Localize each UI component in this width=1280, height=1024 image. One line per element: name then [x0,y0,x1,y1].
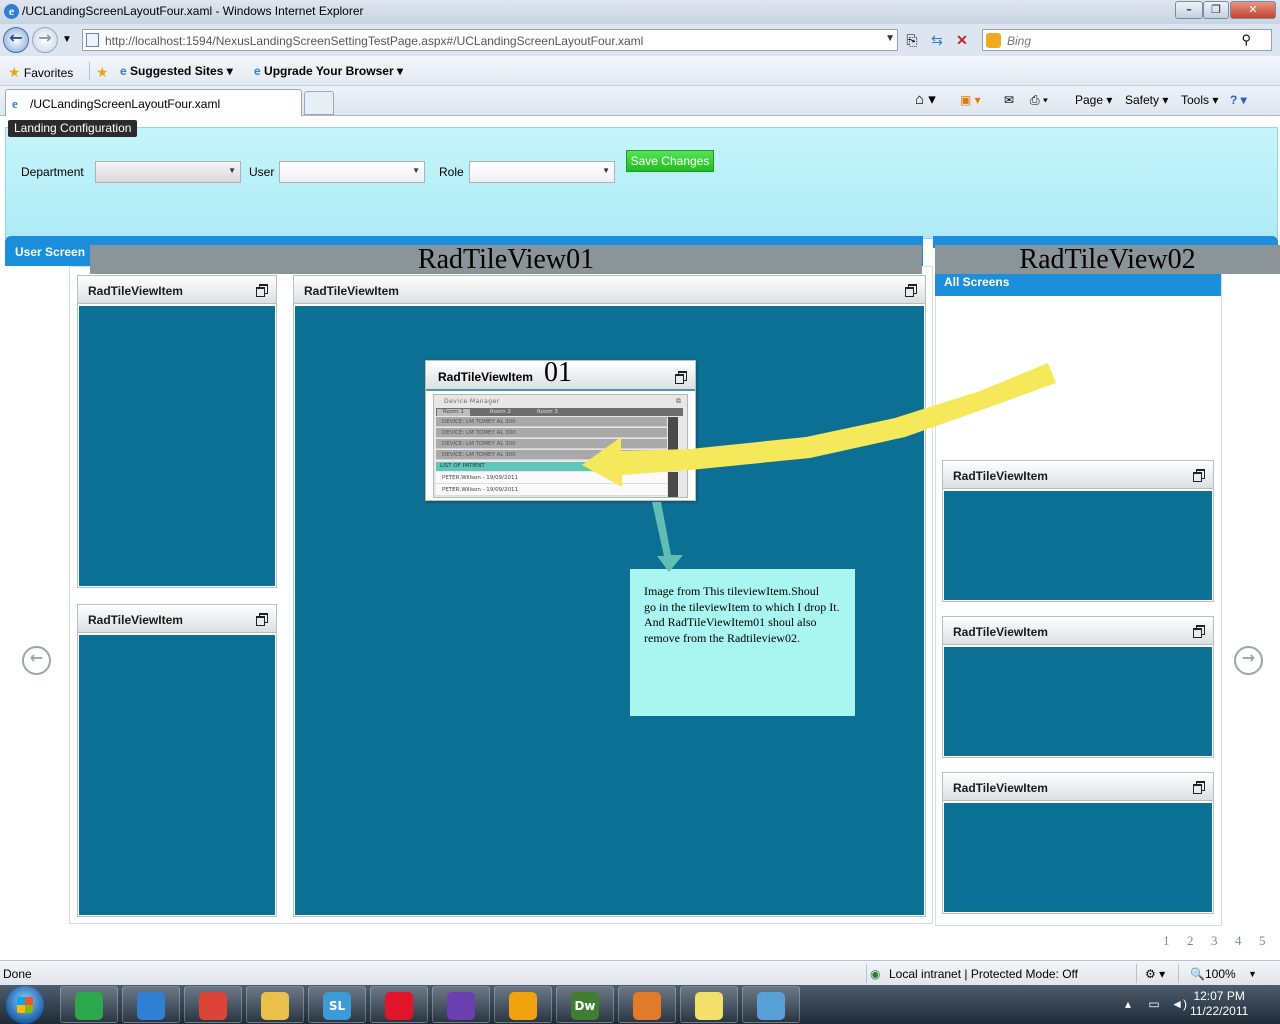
upgrade-browser-button[interactable]: e Upgrade Your Browser ▾ [254,64,403,78]
quill-icon [75,992,103,1020]
status-text: Done [3,967,32,981]
clock[interactable]: 12:07 PM 11/22/2011 [1190,989,1248,1019]
taskbar-app-button[interactable] [60,986,118,1023]
ie-icon: e [4,4,19,19]
safety-menu[interactable]: Safety ▾ [1125,93,1168,107]
taskbar-app-button[interactable] [370,986,428,1023]
silverlight-icon: SL [323,992,351,1020]
print-icon[interactable]: ⎙ ▾ [1030,93,1048,108]
mail-icon[interactable]: ✉ [1004,93,1014,107]
minimize-button[interactable]: – [1175,1,1203,19]
teal-arrow [652,502,683,572]
annotation-arrows [582,363,1056,572]
clock-date: 11/22/2011 [1190,1004,1249,1018]
history-dropdown-icon[interactable]: ▼ [56,29,78,51]
windows-taskbar: SL Dw ▴ ▭ ◄) 12:07 PM 11/22/2011 [0,985,1280,1024]
divider [89,62,90,80]
zoom-dropdown-icon[interactable]: ▼ [1248,969,1257,979]
next-page-button[interactable]: → [1234,646,1263,675]
security-zone[interactable]: Local intranet | Protected Mode: Off [889,967,1078,981]
search-input[interactable]: Bing ⚲ [982,29,1272,51]
zoom-icon: 🔍 [1190,967,1205,981]
window-title: /UCLandingScreenLayoutFour.xaml - Window… [22,4,364,18]
ie-page-icon: e [254,64,261,78]
taskbar-app-button[interactable] [246,986,304,1023]
page-icon [86,33,99,47]
page-number-3[interactable]: 3 [1211,933,1218,949]
star-icon: ★ [8,64,21,80]
ie-page-icon: e [120,64,127,78]
show-hidden-icons[interactable]: ▴ [1125,997,1131,1011]
close-button[interactable]: ✕ [1230,1,1276,19]
page-number-5[interactable]: 5 [1259,933,1266,949]
folder-icon [261,992,289,1020]
chrome-icon [199,992,227,1020]
visual-studio-icon [447,992,475,1020]
address-text: http://localhost:1594/NexusLandingScreen… [105,34,644,48]
previous-page-button[interactable]: ← [22,646,51,675]
divider [1178,964,1179,983]
forward-button[interactable]: → [32,27,58,53]
window-titlebar: e /UCLandingScreenLayoutFour.xaml - Wind… [0,0,1280,24]
tab-title: /UCLandingScreenLayoutFour.xaml [30,97,221,111]
address-field[interactable]: http://localhost:1594/NexusLandingScreen… [82,29,898,51]
search-placeholder: Bing [1007,34,1032,48]
taskbar-app-button[interactable] [184,986,242,1023]
page-number-2[interactable]: 2 [1187,933,1194,949]
taskbar-app-button[interactable]: Dw [556,986,614,1023]
back-button[interactable]: ← [3,27,29,53]
add-favorite-icon[interactable]: ★ [96,64,109,81]
picasa-icon [509,992,537,1020]
bing-icon [986,33,1001,48]
divider [866,964,867,983]
suggested-sites-button[interactable]: e Suggested Sites ▾ [120,64,233,78]
tools-menu[interactable]: Tools ▾ [1181,93,1218,107]
help-icon[interactable]: ? ▾ [1230,93,1247,107]
page-number-4[interactable]: 4 [1235,933,1242,949]
volume-icon[interactable]: ◄) [1171,997,1187,1011]
tools-icon [633,992,661,1020]
system-tray: ▴ ▭ ◄) [1125,997,1187,1011]
search-icon[interactable]: ⚲ [1241,32,1251,48]
new-tab-button[interactable] [304,91,334,115]
taskbar-app-button[interactable] [494,986,552,1023]
taskbar-app-button[interactable]: SL [308,986,366,1023]
zoom-level[interactable]: 100% [1205,967,1236,981]
tab-active[interactable]: e /UCLandingScreenLayoutFour.xaml [5,89,302,116]
silverlight-content: Department ▼ User ▼ Role ▼ Save Changes … [0,117,1280,960]
ie-icon [137,992,165,1020]
favorites-bar: ★ Favorites ★ e Suggested Sites ▾ e Upgr… [0,56,1280,86]
ie-tab-icon: e [12,96,18,111]
home-icon[interactable]: ⌂ ▾ [915,90,936,108]
yellow-arrow [582,363,1056,487]
remote-desktop-icon [757,992,785,1020]
refresh-icon[interactable]: ⇆ [926,29,948,51]
windows-logo-icon [17,997,33,1013]
taskbar-app-button[interactable] [618,986,676,1023]
network-icon[interactable]: ▭ [1148,997,1159,1011]
clock-time: 12:07 PM [1193,989,1245,1003]
divider [1136,964,1137,983]
restore-button[interactable]: ❐ [1203,1,1229,19]
address-dropdown-icon[interactable]: ▼ [885,33,895,44]
opera-icon [385,992,413,1020]
taskbar-app-button[interactable] [742,986,800,1023]
address-toolbar: ← → ▼ http://localhost:1594/NexusLanding… [0,24,1280,56]
dreamweaver-icon: Dw [571,992,599,1020]
favorites-button[interactable]: ★ Favorites [8,64,73,81]
page-number-1[interactable]: 1 [1163,933,1170,949]
feeds-icon[interactable]: ▣ ▾ [960,93,981,107]
status-bar: Done ◉ Local intranet | Protected Mode: … [0,960,1280,985]
taskbar-app-button[interactable] [680,986,738,1023]
compatibility-view-icon[interactable]: ⎘ [901,29,923,51]
taskbar-app-button[interactable] [122,986,180,1023]
start-button[interactable] [6,986,44,1024]
stop-icon[interactable]: ✕ [951,29,973,51]
intranet-icon: ◉ [870,967,881,981]
protected-mode-icon[interactable]: ⚙ ▾ [1145,967,1165,981]
sticky-notes-icon [695,992,723,1020]
taskbar-app-button[interactable] [432,986,490,1023]
page-menu[interactable]: Page ▾ [1075,93,1112,107]
